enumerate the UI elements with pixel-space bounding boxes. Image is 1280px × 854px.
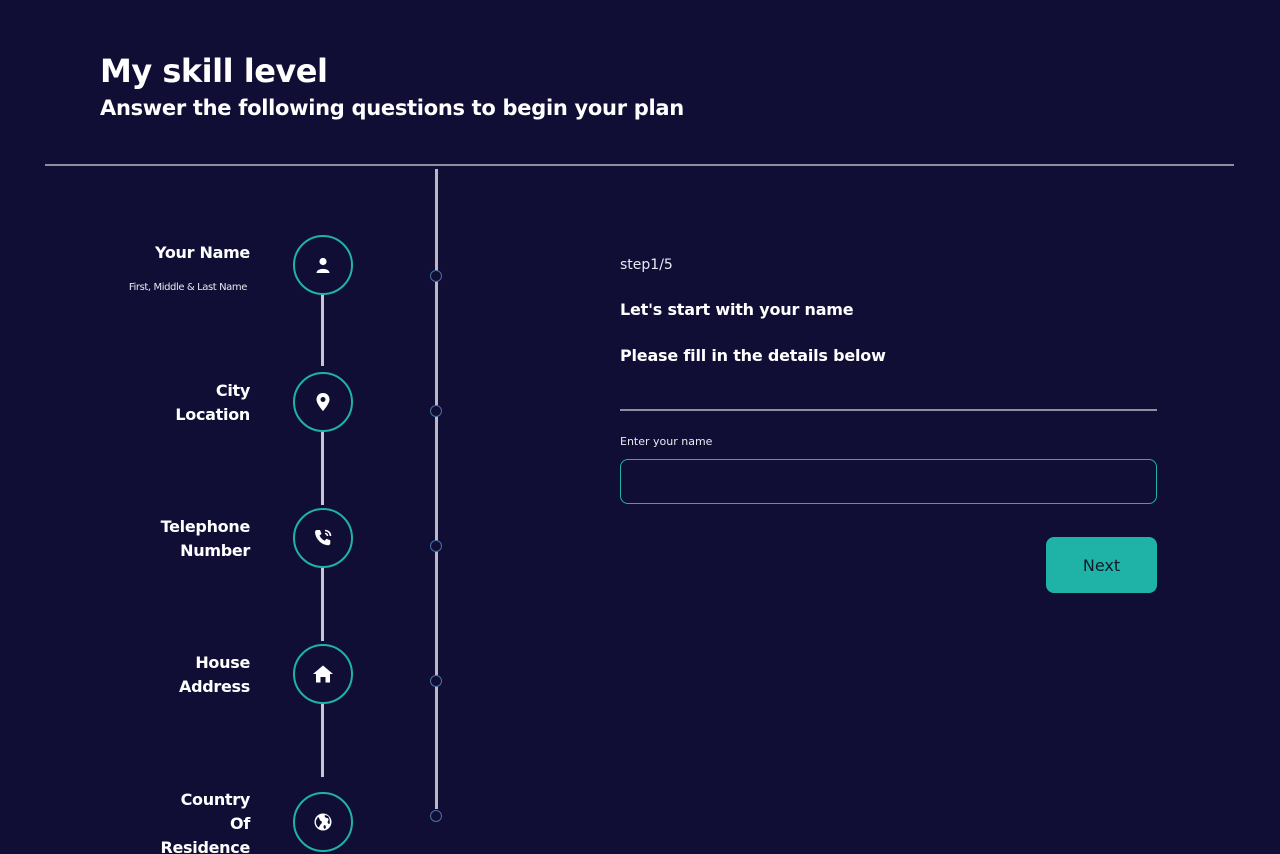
form-divider bbox=[620, 409, 1157, 411]
step-label-city-location: City Location bbox=[175, 379, 250, 427]
step-circle-city-location[interactable] bbox=[293, 372, 353, 432]
step-label-country-of-residence: Country Of Residence bbox=[160, 788, 250, 854]
step-label-line: House bbox=[195, 653, 250, 672]
form-subheading: Please fill in the details below bbox=[620, 346, 886, 365]
step-label-line: Residence bbox=[160, 838, 250, 854]
header-divider bbox=[45, 164, 1234, 166]
step-circle-your-name[interactable] bbox=[293, 235, 353, 295]
progress-dot bbox=[430, 675, 442, 687]
step-label-your-name: Your Name bbox=[155, 241, 250, 265]
vertical-divider bbox=[435, 169, 438, 809]
step-circle-telephone-number[interactable] bbox=[293, 508, 353, 568]
progress-dot bbox=[430, 540, 442, 552]
location-pin-icon bbox=[315, 392, 331, 412]
step-label-house-address: House Address bbox=[179, 651, 250, 699]
progress-dot bbox=[430, 270, 442, 282]
step-label-line: Country bbox=[180, 790, 251, 809]
step-label-line: Telephone bbox=[160, 517, 251, 536]
step-label-line: Location bbox=[175, 405, 250, 424]
next-button[interactable]: Next bbox=[1046, 537, 1157, 593]
skill-level-page: My skill level Answer the following ques… bbox=[0, 0, 1280, 854]
step-label-line: City bbox=[215, 381, 250, 400]
step-indicator: step1/5 bbox=[620, 257, 673, 273]
step-connector bbox=[321, 431, 324, 505]
page-title: My skill level bbox=[100, 52, 328, 90]
name-input[interactable] bbox=[620, 459, 1157, 504]
phone-icon bbox=[313, 528, 333, 548]
step-label-telephone-number: Telephone Number bbox=[160, 515, 251, 563]
step-circle-house-address[interactable] bbox=[293, 644, 353, 704]
globe-icon bbox=[313, 812, 333, 832]
name-field-label: Enter your name bbox=[620, 435, 713, 448]
step-label-line: Number bbox=[180, 541, 250, 560]
step-label-line: Of bbox=[230, 814, 250, 833]
step-connector bbox=[321, 294, 324, 366]
step-connector bbox=[321, 703, 324, 777]
user-icon bbox=[314, 256, 332, 274]
step-connector bbox=[321, 567, 324, 641]
step-sublabel-your-name: First, Middle & Last Name bbox=[128, 282, 248, 293]
progress-dot bbox=[430, 405, 442, 417]
page-subtitle: Answer the following questions to begin … bbox=[100, 96, 684, 120]
form-heading: Let's start with your name bbox=[620, 300, 854, 319]
progress-dot bbox=[430, 810, 442, 822]
home-icon bbox=[312, 664, 334, 684]
step-label-line: Your Name bbox=[155, 243, 250, 262]
step-circle-country-of-residence[interactable] bbox=[293, 792, 353, 852]
step-label-line: Address bbox=[179, 677, 250, 696]
